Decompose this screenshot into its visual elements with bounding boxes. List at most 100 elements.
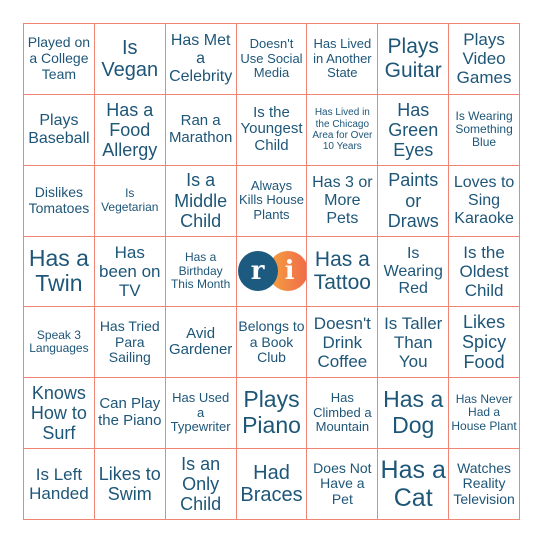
bingo-cell[interactable]: Is the Oldest Child xyxy=(449,236,520,308)
bingo-cell[interactable]: Has Tried Para Sailing xyxy=(94,307,166,379)
bingo-cell-label: Played on a College Team xyxy=(27,34,91,82)
bingo-cell[interactable]: Plays Video Games xyxy=(449,24,520,95)
bingo-cell-label: Doesn't Use Social Media xyxy=(240,36,303,81)
bingo-cell-label: Plays Piano xyxy=(242,386,301,439)
bingo-cell[interactable]: Is Wearing Something Blue xyxy=(449,94,520,166)
bingo-cell[interactable]: Has Lived in the Chicago Area for Over 1… xyxy=(307,94,379,166)
bingo-cell-label: Always Kills House Plants xyxy=(238,177,304,222)
bingo-cell[interactable]: Plays Guitar xyxy=(378,24,450,95)
bingo-cell[interactable]: Is Wearing Red xyxy=(378,236,450,308)
bingo-cell-label: Is Taller Than You xyxy=(384,313,443,371)
bingo-cell[interactable]: Has a Dog xyxy=(378,378,450,450)
bingo-cell-label: Had Braces xyxy=(240,461,303,507)
bingo-cell[interactable]: Has been on TV xyxy=(94,236,166,308)
bingo-cell-label: Has Tried Para Sailing xyxy=(99,317,160,366)
bingo-cell-label: Has a Food Allergy xyxy=(102,99,158,160)
bingo-card: Played on a College Team Is Vegan Has Met … xyxy=(23,23,520,520)
bingo-cell[interactable]: Knows How to Surf xyxy=(24,378,95,450)
bingo-cell-label: Has been on TV xyxy=(99,242,161,300)
bingo-cell-label: Is Wearing Red xyxy=(383,244,443,298)
bingo-cell[interactable]: Is Left Handed xyxy=(24,449,95,520)
bingo-cell-label: Likes to Swim xyxy=(98,463,161,505)
bingo-cell-label: Is the Youngest Child xyxy=(240,103,303,155)
bingo-cell-label: Speak 3 Languages xyxy=(29,327,89,356)
bingo-cell-label: Loves to Sing Karaoke xyxy=(453,173,515,227)
bingo-cell-label: Has 3 or More Pets xyxy=(312,173,373,227)
bingo-cell-label: Paints or Draws xyxy=(387,170,439,231)
bingo-cell[interactable]: Belongs to a Book Club xyxy=(236,307,308,379)
bingo-cell-label: Has a Tattoo xyxy=(313,247,371,295)
bingo-cell-label: Belongs to a Book Club xyxy=(238,317,305,366)
bingo-cell[interactable]: Can Play the Piano xyxy=(94,378,166,450)
bingo-cell[interactable]: Is the Youngest Child xyxy=(236,94,308,166)
bingo-cell-label: Does Not Have a Pet xyxy=(313,459,372,507)
bingo-cell[interactable]: Speak 3 Languages xyxy=(24,307,95,379)
bingo-cell[interactable]: Loves to Sing Karaoke xyxy=(449,165,520,237)
bingo-cell[interactable]: Is an Only Child xyxy=(165,449,237,520)
bingo-cell[interactable]: Is Vegetarian xyxy=(94,165,166,237)
bingo-cell-label: Has Lived in the Chicago Area for Over 1… xyxy=(312,107,373,152)
bingo-cell-label: Plays Video Games xyxy=(456,30,512,88)
bingo-cell-free-logo[interactable]: ri xyxy=(236,236,308,308)
bingo-cell[interactable]: Is Vegan xyxy=(94,24,166,95)
bingo-cell-label: Is Left Handed xyxy=(29,465,89,504)
bingo-cell-label: Has Climbed a Mountain xyxy=(313,390,372,435)
bingo-cell[interactable]: Plays Baseball xyxy=(24,94,95,166)
bingo-cell[interactable]: Has a Twin xyxy=(24,236,95,308)
bingo-cell-label: Is Wearing Something Blue xyxy=(455,108,513,150)
bingo-cell-label: Plays Baseball xyxy=(28,111,90,147)
bingo-cell-label: Likes Spicy Food xyxy=(462,312,507,373)
bingo-cell[interactable]: Played on a College Team xyxy=(24,24,95,95)
bingo-cell[interactable]: Has Green Eyes xyxy=(378,94,450,166)
bingo-cell[interactable]: Has Met a Celebrity xyxy=(165,24,237,95)
bingo-cell-label: Knows How to Surf xyxy=(30,382,87,444)
bingo-cell[interactable]: Had Braces xyxy=(236,449,308,520)
bingo-cell[interactable]: Has a Cat xyxy=(378,449,450,520)
bingo-cell-label: Dislikes Tomatoes xyxy=(28,183,90,216)
bingo-cell-label: Can Play the Piano xyxy=(98,395,162,430)
bingo-cell-label: Ran a Marathon xyxy=(168,111,233,146)
bingo-cell[interactable]: Has Lived in Another State xyxy=(307,24,379,95)
bingo-cell[interactable]: Paints or Draws xyxy=(378,165,450,237)
bingo-cell[interactable]: Has a Food Allergy xyxy=(94,94,166,166)
bingo-cell-label: Has Met a Celebrity xyxy=(169,32,233,85)
logo-circle-r: r xyxy=(237,251,278,292)
bingo-cell-label: Has Green Eyes xyxy=(388,99,439,160)
bingo-cell-label: Watches Reality Television xyxy=(453,459,515,507)
bingo-cell[interactable]: Is Taller Than You xyxy=(378,307,450,379)
bingo-cell[interactable]: Watches Reality Television xyxy=(449,449,520,520)
bingo-cell[interactable]: Likes Spicy Food xyxy=(449,307,520,379)
bingo-cell-label: Is Vegetarian xyxy=(101,186,159,214)
bingo-cell-label: Is Vegan xyxy=(101,36,159,81)
bingo-cell-label: Is the Oldest Child xyxy=(459,242,509,300)
bingo-cell-label: Has a Birthday This Month xyxy=(170,250,231,292)
bingo-cell[interactable]: Has a Birthday This Month xyxy=(165,236,237,308)
bingo-cell[interactable]: Ran a Marathon xyxy=(165,94,237,166)
bingo-cell-label: Is a Middle Child xyxy=(174,170,228,231)
bingo-cell-label: Plays Guitar xyxy=(384,35,442,82)
bingo-cell-label: Doesn't Drink Coffee xyxy=(313,313,371,371)
ri-logo: ri xyxy=(237,250,307,292)
bingo-cell[interactable]: Doesn't Use Social Media xyxy=(236,24,308,95)
bingo-cell[interactable]: Avid Gardener xyxy=(165,307,237,379)
bingo-cell[interactable]: Is a Middle Child xyxy=(165,165,237,237)
bingo-cell-label: Has a Twin xyxy=(28,244,89,297)
bingo-cell[interactable]: Doesn't Drink Coffee xyxy=(307,307,379,379)
bingo-cell[interactable]: Likes to Swim xyxy=(94,449,166,520)
bingo-cell[interactable]: Plays Piano xyxy=(236,378,308,450)
bingo-cell-label: Avid Gardener xyxy=(168,324,233,359)
bingo-cell-label: Has a Cat xyxy=(380,456,446,513)
bingo-cell[interactable]: Has Climbed a Mountain xyxy=(307,378,379,450)
bingo-cell[interactable]: Always Kills House Plants xyxy=(236,165,308,237)
bingo-cell[interactable]: Has a Tattoo xyxy=(307,236,379,308)
bingo-cell[interactable]: Dislikes Tomatoes xyxy=(24,165,95,237)
bingo-cell[interactable]: Does Not Have a Pet xyxy=(307,449,379,520)
bingo-cell[interactable]: Has 3 or More Pets xyxy=(307,165,379,237)
bingo-cell-label: Has a Dog xyxy=(383,386,444,439)
bingo-cell[interactable]: Has Never Had a House Plant xyxy=(449,378,520,450)
bingo-cell-label: Has Used a Typewriter xyxy=(170,390,231,435)
bingo-cell-label: Is an Only Child xyxy=(180,453,222,515)
bingo-cell[interactable]: Has Used a Typewriter xyxy=(165,378,237,450)
bingo-cell-label: Has Never Had a House Plant xyxy=(451,392,517,433)
bingo-cell-label: Has Lived in Another State xyxy=(313,36,372,81)
